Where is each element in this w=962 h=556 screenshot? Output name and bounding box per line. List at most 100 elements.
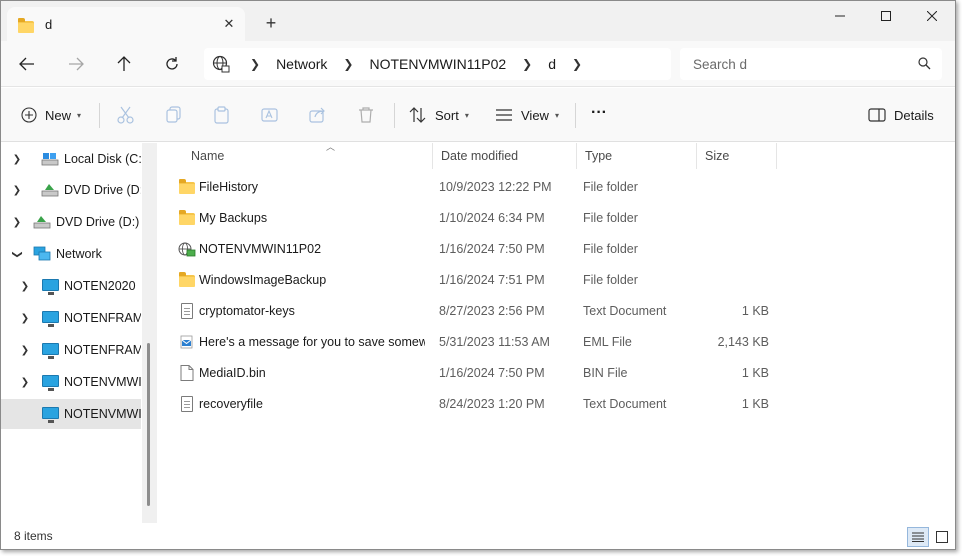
text-document-icon xyxy=(178,303,196,319)
forward-button[interactable] xyxy=(62,51,90,77)
breadcrumb-network[interactable]: Network xyxy=(276,56,327,72)
chevron-right-icon[interactable]: ❯ xyxy=(522,57,532,71)
sort-button[interactable]: Sort ▾ xyxy=(409,103,469,127)
up-button[interactable] xyxy=(110,51,138,77)
tiles-view-button[interactable] xyxy=(931,527,953,547)
minimize-button[interactable] xyxy=(817,1,863,31)
details-view-icon xyxy=(912,532,924,542)
sort-label: Sort xyxy=(435,107,459,123)
file-icon xyxy=(178,365,196,381)
file-size xyxy=(701,265,769,295)
chevron-right-icon[interactable]: ❯ xyxy=(572,57,582,71)
paste-button[interactable] xyxy=(213,103,231,127)
nav-item-dvd-drive-2[interactable]: ❯ DVD Drive (D:) C xyxy=(1,207,141,237)
file-type: File folder xyxy=(583,242,638,256)
tab-d[interactable]: d ✕ xyxy=(7,7,245,41)
view-list-icon xyxy=(496,109,512,121)
computer-icon xyxy=(41,406,59,423)
table-row[interactable]: NOTENVMWIN11P02 1/16/2024 7:50 PM File f… xyxy=(161,234,781,264)
nav-item-notenframe[interactable]: ❯ NOTENFRAME xyxy=(1,303,141,333)
maximize-button[interactable] xyxy=(863,1,909,31)
nav-item-network[interactable]: ❯ Network xyxy=(1,239,141,269)
chevron-down-icon: ▾ xyxy=(554,110,559,120)
details-pane-button[interactable]: Details xyxy=(868,103,934,127)
nav-item-notenvmwin-selected[interactable]: ❯ NOTENVMWIN xyxy=(1,399,141,429)
search-input[interactable] xyxy=(693,56,908,72)
more-options-button[interactable]: ··· xyxy=(591,101,607,125)
table-row[interactable]: MediaID.bin 1/16/2024 7:50 PM BIN File 1… xyxy=(161,358,781,388)
file-size: 2,143 KB xyxy=(717,335,769,349)
copy-icon xyxy=(166,106,181,123)
chevron-right-icon[interactable]: ❯ xyxy=(19,377,31,388)
column-header-date[interactable]: Date modified xyxy=(433,143,577,169)
nav-item-label: NOTEN2020 xyxy=(64,279,136,293)
nav-item-label: DVD Drive (D:) xyxy=(64,183,141,197)
nav-scrollbar-thumb[interactable] xyxy=(147,343,150,506)
delete-button[interactable] xyxy=(357,103,375,127)
file-date: 1/16/2024 7:50 PM xyxy=(439,242,545,256)
details-view-button[interactable] xyxy=(907,527,929,547)
nav-item-label: NOTENFRAME xyxy=(64,311,141,325)
chevron-right-icon[interactable]: ❯ xyxy=(11,217,23,228)
table-row[interactable]: WindowsImageBackup 1/16/2024 7:51 PM Fil… xyxy=(161,265,781,295)
folder-icon xyxy=(178,210,196,226)
nav-item-notenvmwin[interactable]: ❯ NOTENVMWIN xyxy=(1,367,141,397)
divider xyxy=(394,103,395,128)
search-icon[interactable] xyxy=(918,57,931,70)
new-button[interactable]: New ▾ xyxy=(21,103,81,127)
divider xyxy=(575,103,576,128)
table-row[interactable]: recoveryfile 8/24/2023 1:20 PM Text Docu… xyxy=(161,389,781,419)
chevron-right-icon[interactable]: ❯ xyxy=(11,154,23,165)
breadcrumb-d[interactable]: d xyxy=(548,56,556,72)
dvd-icon xyxy=(41,182,59,198)
file-size: 1 KB xyxy=(741,304,769,318)
tab-close-button[interactable]: ✕ xyxy=(221,16,237,32)
chevron-right-icon[interactable]: ❯ xyxy=(19,281,31,292)
new-label: New xyxy=(45,107,72,123)
file-name: FileHistory xyxy=(199,180,259,194)
nav-item-local-disk[interactable]: ❯ Local Disk (C:) xyxy=(1,144,141,174)
copy-button[interactable] xyxy=(165,103,183,127)
nav-item-notenframe-2[interactable]: ❯ NOTENFRAME xyxy=(1,335,141,365)
table-row[interactable]: cryptomator-keys 8/27/2023 2:56 PM Text … xyxy=(161,296,781,326)
file-date: 1/10/2024 6:34 PM xyxy=(439,211,545,225)
file-size: 1 KB xyxy=(741,397,769,411)
column-header-size[interactable]: Size xyxy=(697,143,777,169)
chevron-down-icon: ▾ xyxy=(464,110,469,120)
breadcrumb-computer[interactable]: NOTENVMWIN11P02 xyxy=(369,56,506,72)
file-type: BIN File xyxy=(583,366,628,380)
chevron-down-icon[interactable]: ❯ xyxy=(12,248,23,260)
view-label: View xyxy=(521,107,549,123)
rename-button[interactable] xyxy=(261,103,279,127)
file-date: 5/31/2023 11:53 AM xyxy=(439,335,550,349)
refresh-button[interactable] xyxy=(158,51,186,77)
nav-item-noten2020[interactable]: ❯ NOTEN2020 xyxy=(1,271,141,301)
drive-icon xyxy=(41,151,59,167)
folder-icon xyxy=(178,272,196,288)
file-list: ︿ Name Date modified Type Size FileHisto… xyxy=(161,142,955,523)
table-row[interactable]: FileHistory 10/9/2023 12:22 PM File fold… xyxy=(161,172,781,202)
chevron-right-icon[interactable]: ❯ xyxy=(343,57,353,71)
back-button[interactable] xyxy=(13,51,41,77)
column-header-name[interactable]: ︿ Name xyxy=(183,142,433,169)
file-type: Text Document xyxy=(583,304,667,318)
address-bar[interactable]: ❯ Network ❯ NOTENVMWIN11P02 ❯ d ❯ xyxy=(204,48,671,80)
share-button[interactable] xyxy=(309,103,327,127)
chevron-right-icon[interactable]: ❯ xyxy=(19,313,31,324)
text-document-icon xyxy=(178,396,196,412)
view-button[interactable]: View ▾ xyxy=(495,103,559,127)
chevron-right-icon[interactable]: ❯ xyxy=(19,345,31,356)
table-row[interactable]: My Backups 1/10/2024 6:34 PM File folder xyxy=(161,203,781,233)
chevron-right-icon[interactable]: ❯ xyxy=(11,185,23,196)
close-window-button[interactable] xyxy=(909,1,955,31)
new-tab-button[interactable]: + xyxy=(261,13,281,33)
nav-item-dvd-drive[interactable]: ❯ DVD Drive (D:) xyxy=(1,175,141,205)
file-name: recoveryfile xyxy=(199,397,263,411)
nav-item-label: NOTENVMWIN xyxy=(64,407,141,421)
minimize-icon xyxy=(835,15,845,17)
cut-button[interactable] xyxy=(117,103,135,127)
table-row[interactable]: Here's a message for you to save somew..… xyxy=(161,327,781,357)
column-header-type[interactable]: Type xyxy=(577,143,697,169)
file-explorer-window: d ✕ + ❯ Network ❯ NOTENVMWIN11P02 ❯ d ❯ … xyxy=(0,0,956,550)
nav-item-label: NOTENFRAME xyxy=(64,343,141,357)
